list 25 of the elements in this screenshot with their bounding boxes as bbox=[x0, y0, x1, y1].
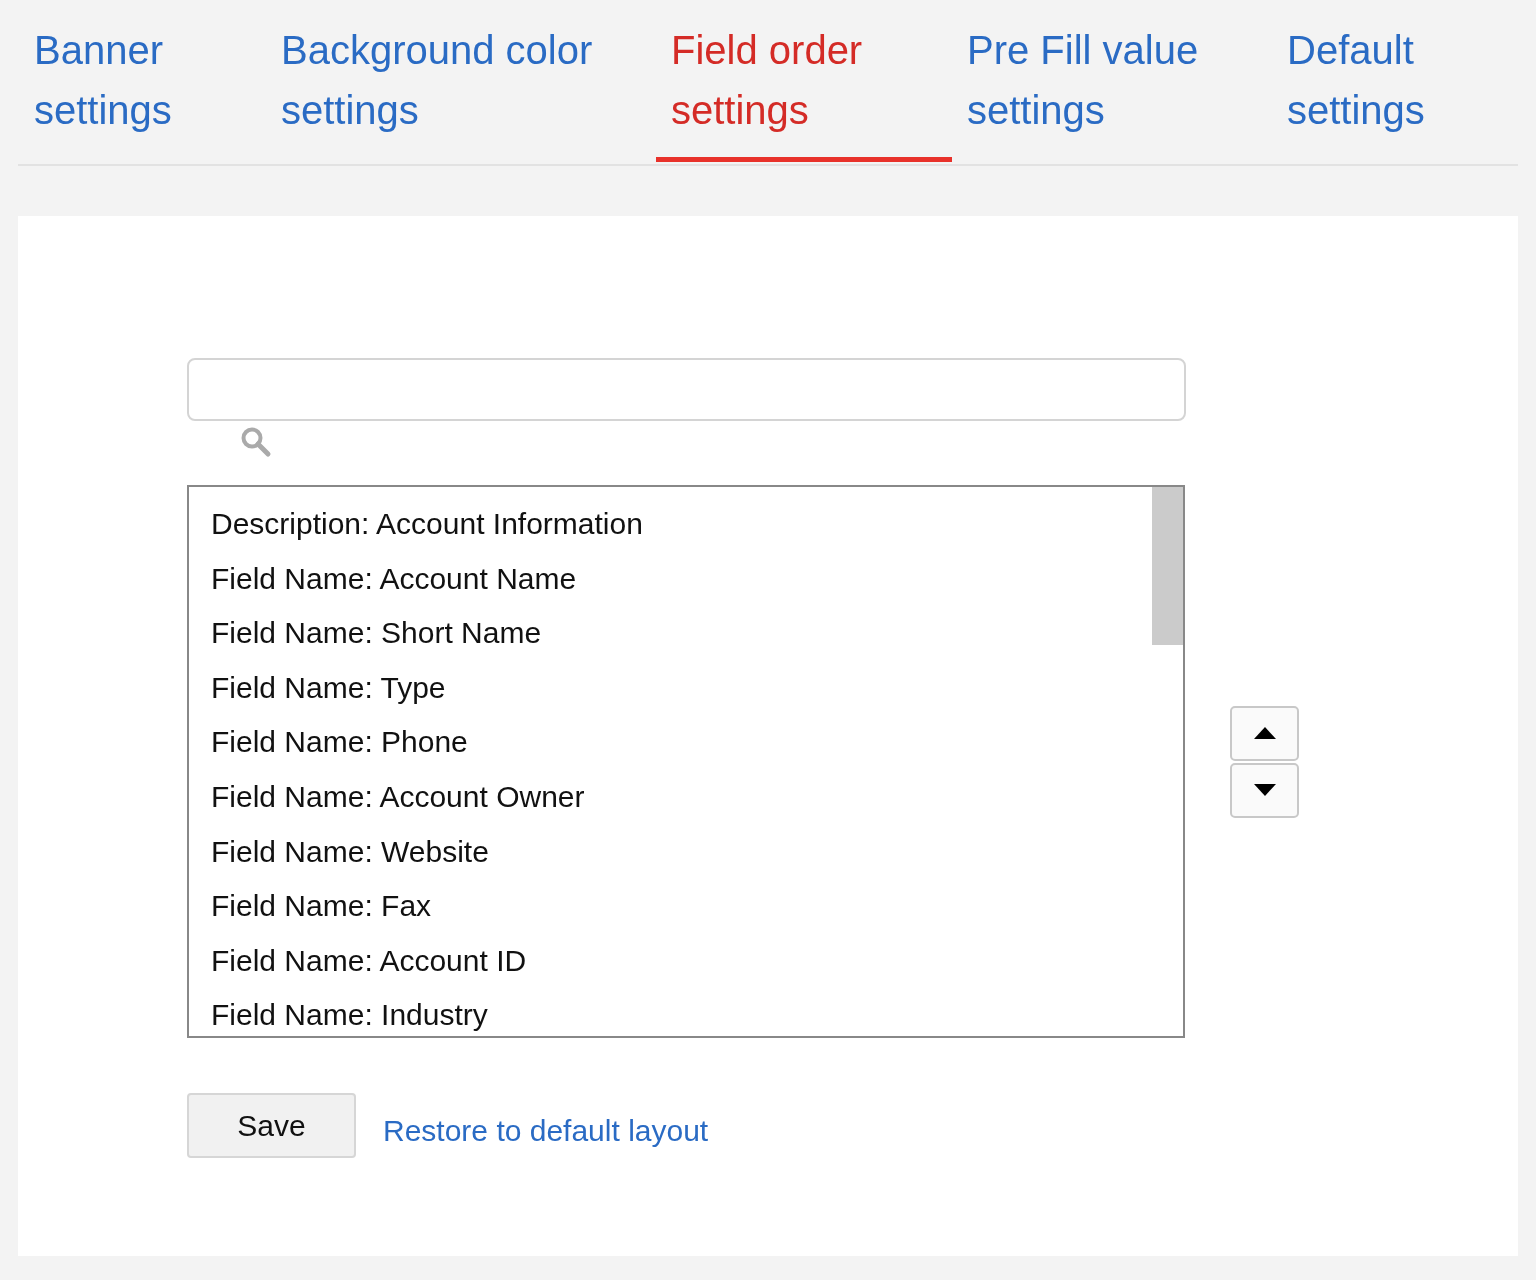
caret-down-icon bbox=[1253, 784, 1276, 796]
list-item[interactable]: Description: Account Information bbox=[211, 497, 643, 552]
field-list[interactable] bbox=[187, 485, 1185, 1038]
list-item[interactable]: Field Name: Account Name bbox=[211, 551, 577, 607]
caret-up-icon bbox=[1253, 727, 1276, 739]
settings-tab[interactable]: Default settings bbox=[1272, 0, 1518, 160]
settings-tab[interactable]: Field order settings bbox=[656, 0, 952, 162]
scrollbar-thumb[interactable] bbox=[1152, 487, 1183, 645]
settings-tab[interactable]: Pre Fill value settings bbox=[952, 0, 1272, 160]
list-item[interactable]: Field Name: Type bbox=[211, 660, 446, 716]
move-up-button[interactable] bbox=[1230, 705, 1299, 761]
list-item[interactable]: Field Name: Short Name bbox=[211, 606, 542, 661]
search-field[interactable] bbox=[187, 358, 1186, 421]
settings-tab[interactable]: Banner settings bbox=[18, 0, 266, 160]
list-item[interactable]: Field Name: Account ID bbox=[211, 933, 527, 989]
restore-default-link[interactable]: Restore to default layout bbox=[383, 1113, 709, 1148]
save-button[interactable]: Save bbox=[187, 1093, 356, 1158]
list-item[interactable]: Field Name: Account Owner bbox=[211, 769, 585, 825]
settings-tab[interactable]: Background color settings bbox=[266, 0, 656, 160]
move-down-button[interactable] bbox=[1230, 762, 1299, 818]
list-item[interactable]: Field Name: Industry bbox=[211, 988, 488, 1036]
list-item[interactable]: Field Name: Fax bbox=[211, 879, 432, 934]
search-icon bbox=[240, 426, 272, 458]
list-item[interactable]: Field Name: Phone bbox=[211, 715, 468, 770]
list-item[interactable]: Field Name: Website bbox=[211, 824, 489, 880]
